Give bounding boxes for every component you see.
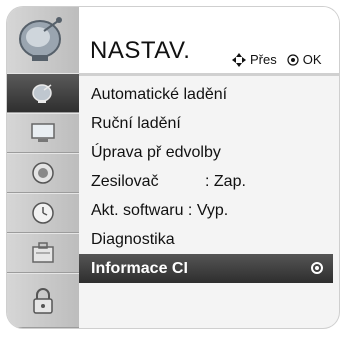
- menu-item-label: Ruční ladění: [91, 115, 181, 132]
- menu-item-label: Úprava př edvolby: [91, 144, 221, 161]
- sidebar-item-audio[interactable]: [7, 153, 79, 193]
- sidebar-item-picture[interactable]: [7, 113, 79, 153]
- monitor-icon: [31, 123, 55, 142]
- header-divider: [79, 73, 339, 76]
- menu-item-label: Informace CI: [91, 260, 188, 277]
- menu-item-label: Diagnostika: [91, 231, 175, 248]
- menu-list: Automatické ladění Ruční ladění Úprava p…: [79, 80, 339, 283]
- menu-item-manual-tuning[interactable]: Ruční ladění: [79, 109, 339, 138]
- menu-item-booster[interactable]: Zesilovač : Zap.: [79, 167, 339, 196]
- clock-icon: [32, 202, 54, 224]
- menu-item-label: Zesilovač: [91, 173, 159, 190]
- sidebar-item-option[interactable]: [7, 233, 79, 273]
- menu-header: NASTAV. Přes OK: [79, 7, 339, 73]
- menu-item-program-edit[interactable]: Úprava př edvolby: [79, 138, 339, 167]
- lock-box-icon: [32, 242, 54, 263]
- menu-item-label: Akt. softwaru : Vyp.: [91, 202, 229, 219]
- sidebar-item-lock[interactable]: [7, 273, 79, 328]
- arrows-move-icon: [232, 52, 246, 67]
- padlock-icon: [33, 287, 53, 314]
- move-hint-label: Přes: [250, 52, 277, 67]
- satellite-dish-icon: [19, 17, 62, 61]
- header-logo: [7, 7, 79, 73]
- nav-hint: Přes OK: [232, 52, 322, 67]
- satellite-dish-icon: [32, 84, 52, 103]
- page-title: NASTAV.: [90, 37, 191, 64]
- menu-item-software-update[interactable]: Akt. softwaru : Vyp.: [79, 196, 339, 225]
- ok-hint-label: OK: [302, 52, 322, 67]
- menu-item-label: Automatické ladění: [91, 86, 228, 103]
- sidebar-item-setup[interactable]: [7, 73, 79, 113]
- menu-item-auto-tuning[interactable]: Automatické ladění: [79, 80, 339, 109]
- menu-item-diagnostics[interactable]: Diagnostika: [79, 225, 339, 254]
- sidebar: [7, 7, 79, 328]
- sidebar-item-time[interactable]: [7, 193, 79, 233]
- speaker-icon: [32, 162, 54, 184]
- settings-menu: NASTAV. Přes OK Automatické ladění Ruční…: [7, 7, 339, 328]
- menu-item-ci-information[interactable]: Informace CI: [79, 254, 333, 283]
- ok-dot-icon: [287, 53, 299, 66]
- ok-select-icon: [311, 262, 323, 274]
- menu-item-value: : Zap.: [205, 173, 246, 190]
